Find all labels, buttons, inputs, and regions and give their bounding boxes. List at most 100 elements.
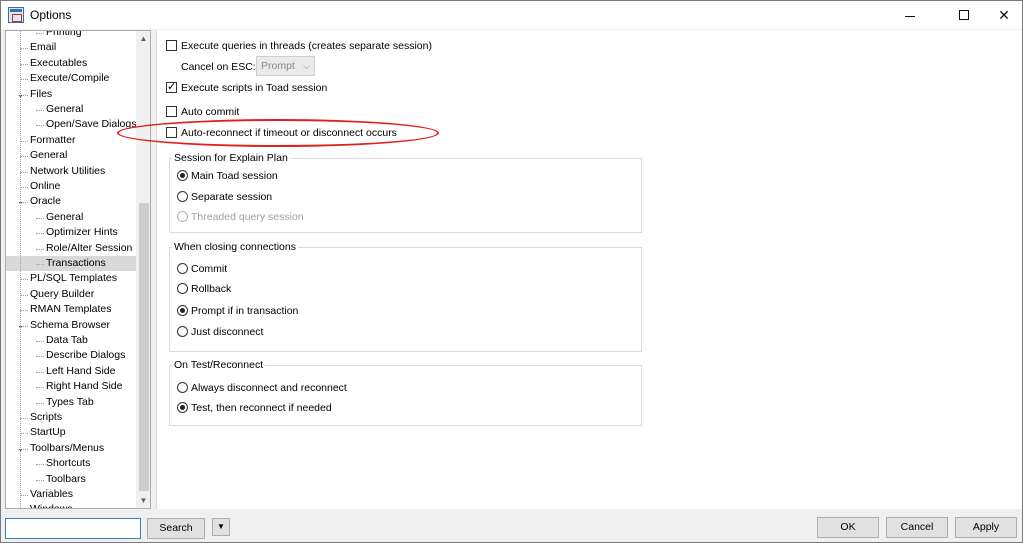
radio-just-disconnect-label: Just disconnect [191, 326, 264, 338]
tree-connector [36, 402, 44, 404]
test-reconnect-group [169, 365, 642, 426]
search-button[interactable]: Search [147, 518, 205, 539]
tree-item[interactable]: General [46, 210, 83, 225]
cancel-on-esc-select[interactable]: Prompt ⌵ [256, 56, 315, 76]
tree-connector [36, 371, 44, 373]
scroll-down-arrow-icon[interactable]: ▼ [136, 493, 150, 508]
maximize-icon [959, 10, 969, 20]
tree-item[interactable]: Files [30, 87, 52, 102]
tree-item[interactable]: General [46, 102, 83, 117]
execute-threads-checkbox[interactable] [166, 40, 177, 51]
tree-item[interactable]: Execute/Compile [30, 71, 109, 86]
tree-item[interactable]: Types Tab [46, 395, 94, 410]
tree-item[interactable]: Role/Alter Session [46, 241, 132, 256]
tree-connector [20, 63, 28, 65]
tree-item[interactable]: Variables [30, 487, 73, 502]
tree-item[interactable]: General [30, 148, 67, 163]
tree-item[interactable]: RMAN Templates [30, 302, 112, 317]
radio-main-toad-session[interactable] [177, 170, 188, 181]
closing-connections-title: When closing connections [172, 241, 298, 253]
title-bar[interactable]: Options ✕ [1, 1, 1022, 29]
tree-connector [20, 433, 28, 435]
radio-test-then-reconnect[interactable] [177, 402, 188, 413]
search-options-dropdown[interactable]: ▼ [212, 518, 230, 536]
radio-commit[interactable] [177, 263, 188, 274]
options-window: Options ✕ Printing Email Executables Execut… [0, 0, 1023, 543]
dropdown-arrow-icon: ▼ [217, 522, 225, 531]
cancel-button[interactable]: Cancel [886, 517, 948, 538]
tree-item[interactable]: Data Tab [46, 333, 88, 348]
radio-main-toad-session-label: Main Toad session [191, 170, 278, 182]
execute-scripts-label: Execute scripts in Toad session [181, 82, 328, 94]
scroll-up-arrow-icon[interactable]: ▲ [136, 31, 150, 46]
radio-prompt-if-in-transaction[interactable] [177, 305, 188, 316]
tree-item[interactable]: Email [30, 40, 56, 55]
close-icon: ✕ [998, 6, 1010, 23]
tree-item[interactable]: Network Utilities [30, 164, 105, 179]
tree-connector [20, 171, 28, 173]
tree-connector [36, 464, 44, 466]
tree-item[interactable]: Oracle [30, 194, 61, 209]
minimize-icon [905, 15, 915, 17]
tree-item[interactable]: PL/SQL Templates [30, 271, 117, 286]
radio-always-disconnect-reconnect-label: Always disconnect and reconnect [191, 382, 347, 394]
tree-item[interactable]: Optimizer Hints [46, 225, 118, 240]
scroll-thumb[interactable] [139, 203, 149, 491]
tree-item[interactable]: Toolbars/Menus [30, 441, 104, 456]
search-input[interactable] [5, 518, 141, 539]
tree-item[interactable]: Windows [30, 502, 73, 508]
tree-connector [36, 33, 44, 34]
tree-connector [20, 418, 28, 419]
tree-connector [36, 356, 44, 358]
radio-threaded-query-session-label: Threaded query session [191, 211, 304, 223]
tree-item[interactable]: Transactions [6, 256, 136, 271]
tree-connector [36, 110, 44, 111]
auto-commit-checkbox[interactable] [166, 106, 177, 117]
radio-just-disconnect[interactable] [177, 326, 188, 337]
radio-threaded-query-session[interactable] [177, 211, 188, 222]
tree-item[interactable]: Right Hand Side [46, 379, 122, 394]
execute-threads-label: Execute queries in threads (creates sepa… [181, 40, 432, 52]
tree-connector [20, 279, 28, 281]
radio-always-disconnect-reconnect[interactable] [177, 382, 188, 393]
tree-trunk-line [20, 31, 21, 508]
close-button[interactable]: ✕ [981, 1, 1023, 29]
chevron-down-icon: ⌵ [303, 61, 310, 71]
options-tree[interactable]: Printing Email Executables Execute/Compile F… [5, 30, 151, 509]
tree-item[interactable]: Query Builder [30, 287, 94, 302]
radio-rollback-label: Rollback [191, 283, 232, 295]
tree-content: Printing Email Executables Execute/Compile F… [6, 31, 136, 508]
test-reconnect-title: On Test/Reconnect [172, 359, 266, 371]
tree-item[interactable]: Formatter [30, 133, 76, 148]
radio-test-then-reconnect-label: Test, then reconnect if needed [191, 402, 332, 414]
apply-button[interactable]: Apply [955, 517, 1017, 538]
radio-rollback[interactable] [177, 283, 188, 294]
cancel-on-esc-value: Prompt [261, 60, 295, 72]
tree-item[interactable]: Left Hand Side [46, 364, 115, 379]
tree-item[interactable]: Describe Dialogs [46, 348, 125, 363]
tree-connector [20, 495, 28, 496]
radio-commit-label: Commit [191, 263, 228, 275]
options-page: Execute queries in threads (creates sepa… [156, 30, 1022, 509]
tree-scrollbar[interactable]: ▲ ▼ [136, 31, 150, 508]
tree-item[interactable]: Scripts [30, 410, 62, 425]
tree-connector [36, 217, 44, 219]
tree-item[interactable]: Toolbars [46, 472, 86, 487]
tree-connector [20, 187, 28, 188]
tree-item[interactable]: Online [30, 179, 60, 194]
tree-connector [20, 48, 28, 50]
tree-connector [20, 310, 28, 312]
tree-item[interactable]: Printing [46, 31, 82, 40]
tree-item[interactable]: Executables [30, 56, 87, 71]
tree-connector [20, 79, 28, 81]
tree-connector [36, 479, 44, 481]
ok-button[interactable]: OK [817, 517, 879, 538]
minimize-button[interactable] [887, 1, 933, 29]
tree-connector [36, 233, 44, 235]
tree-item[interactable]: Schema Browser [30, 318, 110, 333]
tree-item[interactable]: StartUp [30, 425, 66, 440]
radio-separate-session[interactable] [177, 191, 188, 202]
execute-scripts-checkbox[interactable] [166, 80, 177, 93]
radio-prompt-if-in-transaction-label: Prompt if in transaction [191, 305, 299, 317]
tree-item[interactable]: Shortcuts [46, 456, 90, 471]
